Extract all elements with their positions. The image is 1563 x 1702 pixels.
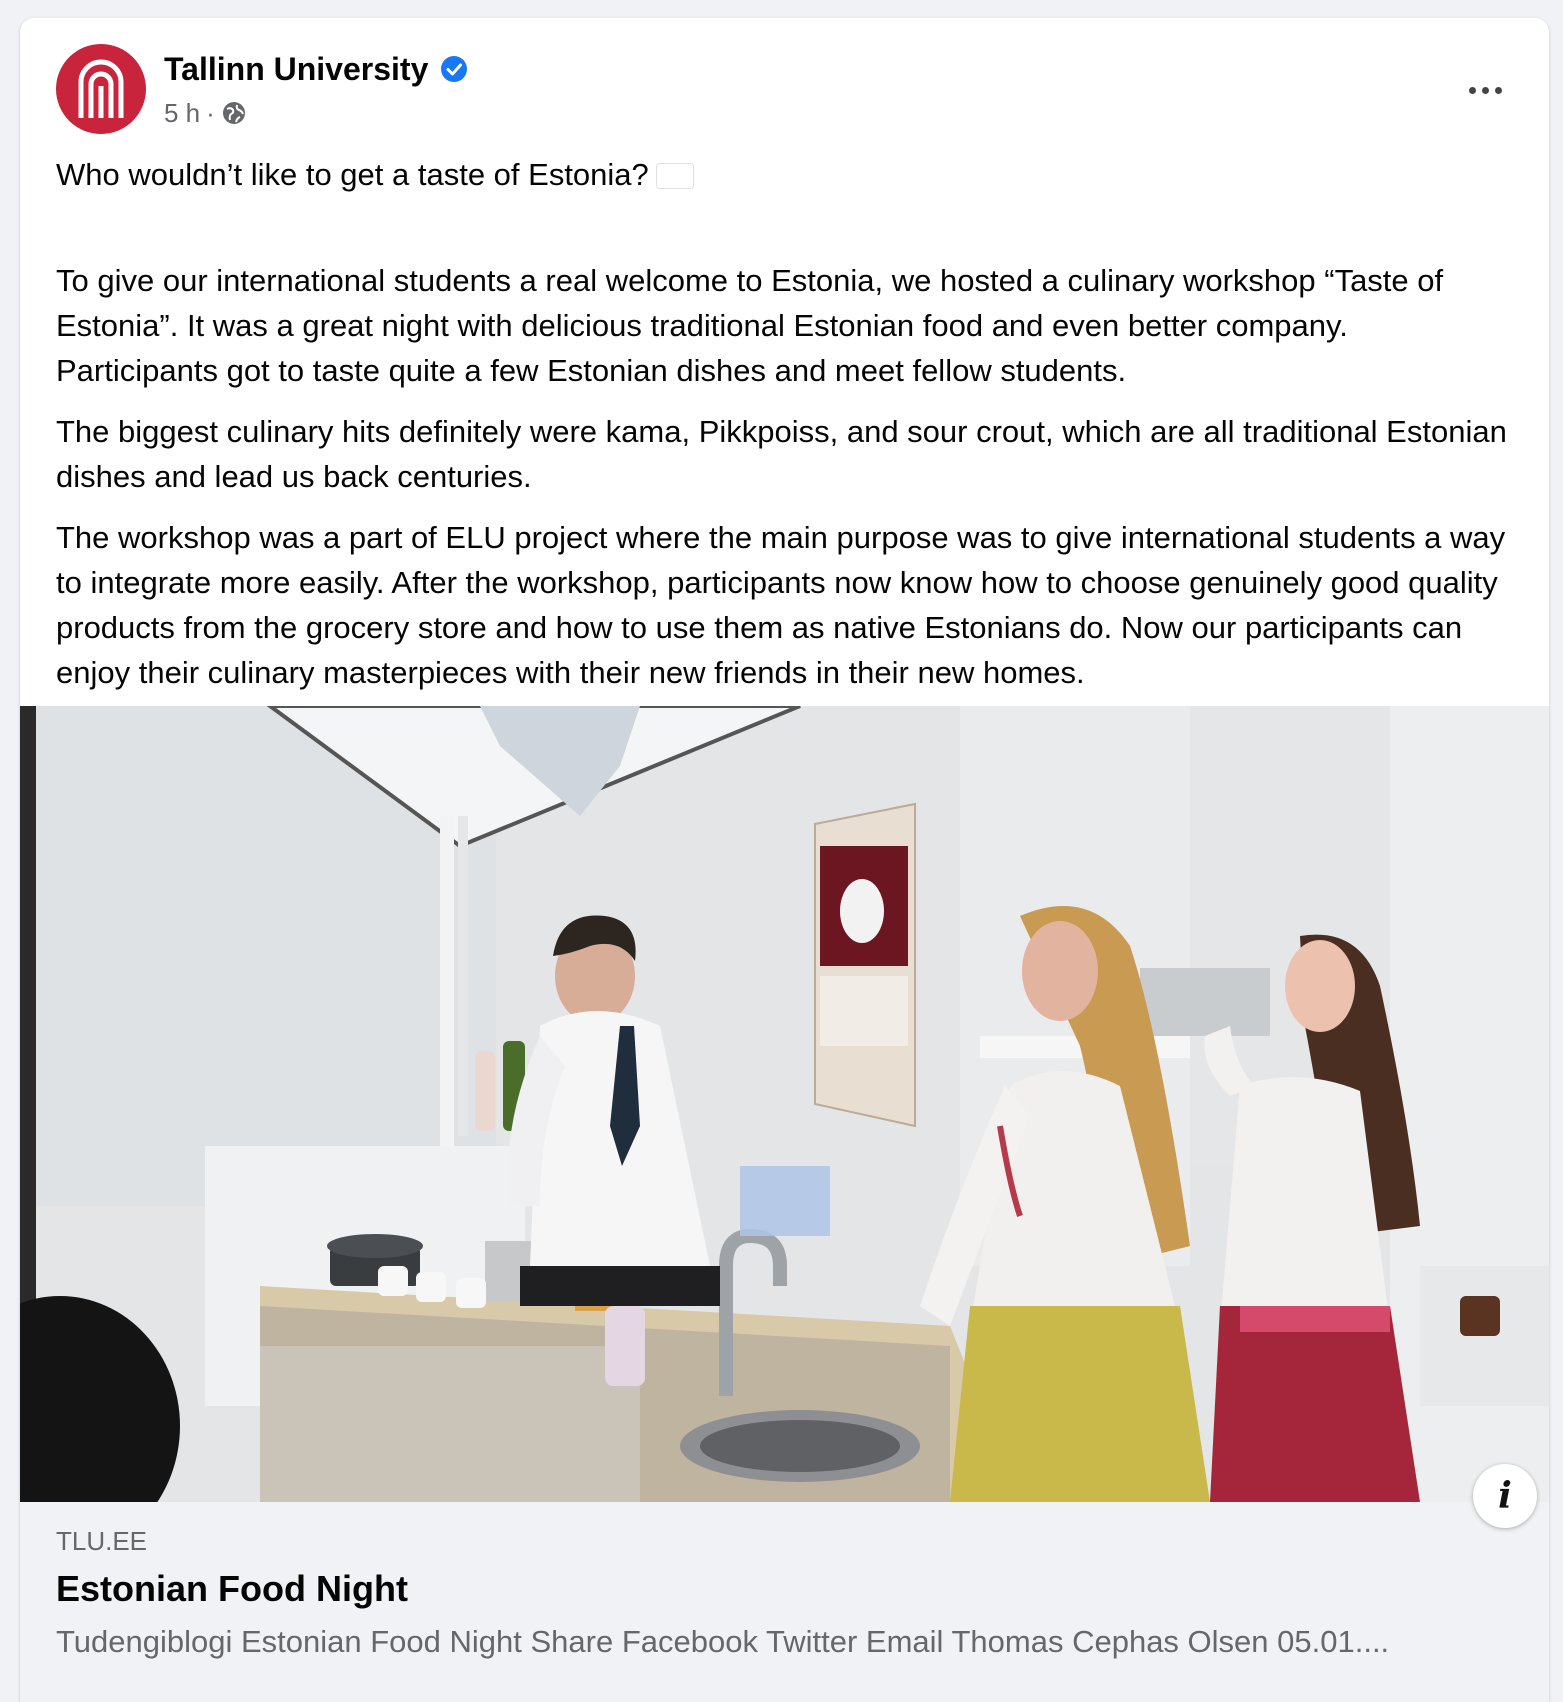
more-options-button[interactable] (1457, 66, 1513, 114)
post-message: Who wouldn’t like to get a taste of Esto… (56, 152, 1516, 711)
post-paragraph-1-rest: To give our international students a rea… (56, 263, 1444, 388)
page-name-text[interactable]: Tallinn University (164, 50, 428, 88)
post-card: Tallinn University 5 h · Who wouldn’t li… (20, 18, 1549, 1702)
globe-icon[interactable] (221, 100, 247, 126)
post-paragraph-3: The workshop was a part of ELU project w… (56, 520, 1506, 690)
tallinn-university-logo-icon (78, 59, 124, 118)
estonia-flag-icon (657, 164, 693, 188)
post-header: Tallinn University 5 h · (56, 44, 1513, 144)
post-line-1: Who wouldn’t like to get a taste of Esto… (56, 157, 649, 192)
link-domain: TLU.EE (56, 1526, 148, 1556)
more-horizontal-icon (1468, 86, 1476, 94)
post-timestamp[interactable]: 5 h (164, 96, 200, 130)
link-title[interactable]: Estonian Food Night (56, 1568, 408, 1610)
link-preview[interactable]: TLU.EE Estonian Food Night Tudengiblogi … (20, 1502, 1549, 1702)
verified-badge-icon (441, 56, 468, 82)
info-button[interactable]: i (1473, 1464, 1537, 1528)
kitchen-workshop-photo (20, 706, 1549, 1502)
post-paragraph-2: The biggest culinary hits definitely wer… (56, 414, 1507, 494)
post-photo[interactable] (20, 706, 1549, 1502)
link-description: Tudengiblogi Estonian Food Night Share F… (56, 1624, 1390, 1659)
page-avatar[interactable] (56, 44, 146, 134)
post-paragraph-1: Who wouldn’t like to get a taste of Esto… (56, 152, 1516, 197)
info-icon: i (1498, 1475, 1512, 1517)
post-meta: 5 h · (164, 96, 247, 130)
page-name[interactable]: Tallinn University (164, 50, 468, 88)
meta-separator: · (206, 98, 215, 128)
